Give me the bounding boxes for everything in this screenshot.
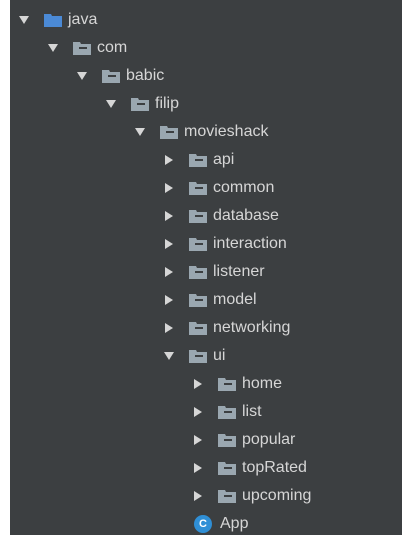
tree-item-label: networking — [213, 319, 291, 336]
chevron-right-icon[interactable] — [163, 238, 175, 250]
tree-item-toprated[interactable]: topRated — [10, 454, 402, 482]
tree-item-java[interactable]: java — [10, 6, 402, 34]
tree-item-label: home — [242, 375, 283, 392]
tree-item-listener[interactable]: listener — [10, 258, 402, 286]
tree-item-networking[interactable]: networking — [10, 314, 402, 342]
tree-item-label: movieshack — [184, 123, 269, 140]
tree-item-list[interactable]: list — [10, 398, 402, 426]
chevron-right-icon[interactable] — [163, 294, 175, 306]
tree-item-common[interactable]: common — [10, 174, 402, 202]
chevron-down-icon[interactable] — [163, 350, 175, 362]
chevron-down-icon[interactable] — [76, 70, 88, 82]
folder-icon — [73, 41, 91, 55]
tree-item-interaction[interactable]: interaction — [10, 230, 402, 258]
folder-icon — [218, 405, 236, 419]
chevron-down-icon[interactable] — [47, 42, 59, 54]
tree-item-api[interactable]: api — [10, 146, 402, 174]
tree-item-app[interactable]: C App — [10, 510, 402, 535]
tree-item-label: java — [68, 11, 98, 28]
folder-icon — [189, 349, 207, 363]
tree-item-movieshack[interactable]: movieshack — [10, 118, 402, 146]
chevron-right-icon[interactable] — [163, 322, 175, 334]
class-icon: C — [194, 515, 212, 533]
project-tree-panel: java com babic filip movieshack api comm… — [10, 0, 402, 535]
tree-item-label: ui — [213, 347, 226, 364]
tree-item-label: common — [213, 179, 275, 196]
chevron-right-icon[interactable] — [192, 462, 204, 474]
tree-item-popular[interactable]: popular — [10, 426, 402, 454]
folder-icon — [189, 265, 207, 279]
folder-icon — [189, 181, 207, 195]
tree-item-label: interaction — [213, 235, 287, 252]
folder-icon — [218, 489, 236, 503]
chevron-right-icon[interactable] — [192, 406, 204, 418]
chevron-right-icon[interactable] — [163, 210, 175, 222]
tree-item-model[interactable]: model — [10, 286, 402, 314]
folder-icon — [189, 153, 207, 167]
tree-item-com[interactable]: com — [10, 34, 402, 62]
tree-item-home[interactable]: home — [10, 370, 402, 398]
chevron-right-icon[interactable] — [192, 490, 204, 502]
tree-item-label: upcoming — [242, 487, 312, 504]
tree-item-database[interactable]: database — [10, 202, 402, 230]
tree-item-ui[interactable]: ui — [10, 342, 402, 370]
folder-icon — [218, 461, 236, 475]
chevron-right-icon[interactable] — [163, 266, 175, 278]
chevron-down-icon[interactable] — [18, 14, 30, 26]
chevron-right-icon[interactable] — [192, 378, 204, 390]
chevron-right-icon[interactable] — [163, 182, 175, 194]
tree-item-label: topRated — [242, 459, 307, 476]
folder-icon — [189, 321, 207, 335]
folder-icon — [102, 69, 120, 83]
folder-icon — [218, 433, 236, 447]
tree-item-label: babic — [126, 67, 165, 84]
chevron-down-icon[interactable] — [134, 126, 146, 138]
tree-item-filip[interactable]: filip — [10, 90, 402, 118]
tree-item-upcoming[interactable]: upcoming — [10, 482, 402, 510]
folder-icon — [44, 13, 62, 27]
tree-item-label: list — [242, 403, 262, 420]
tree-item-label: filip — [155, 95, 180, 112]
folder-icon — [189, 237, 207, 251]
tree-item-label: database — [213, 207, 279, 224]
folder-icon — [218, 377, 236, 391]
tree-item-label: com — [97, 39, 128, 56]
folder-icon — [131, 97, 149, 111]
tree-item-label: model — [213, 291, 257, 308]
chevron-down-icon[interactable] — [105, 98, 117, 110]
tree-item-label: App — [220, 515, 249, 532]
chevron-right-icon[interactable] — [163, 154, 175, 166]
tree-item-label: popular — [242, 431, 296, 448]
tree-item-label: api — [213, 151, 235, 168]
tree-item-label: listener — [213, 263, 265, 280]
tree-item-babic[interactable]: babic — [10, 62, 402, 90]
folder-icon — [160, 125, 178, 139]
chevron-right-icon[interactable] — [192, 434, 204, 446]
folder-icon — [189, 293, 207, 307]
folder-icon — [189, 209, 207, 223]
